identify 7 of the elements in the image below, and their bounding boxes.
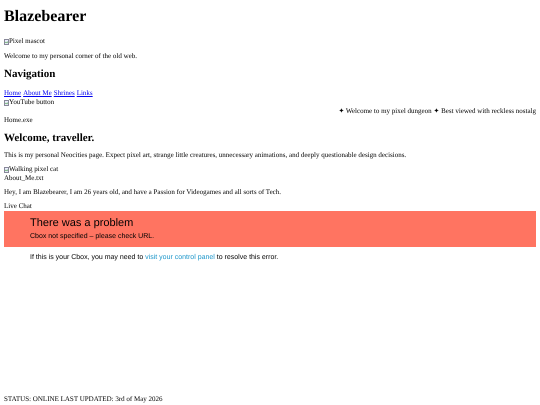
section-heading: Welcome, traveller. bbox=[4, 132, 96, 145]
broken-image-icon bbox=[4, 100, 9, 106]
section-heading: Navigation bbox=[4, 68, 56, 81]
broken-image-icon bbox=[4, 166, 9, 172]
error-title: There was a problem bbox=[30, 216, 134, 230]
broken-image-icon bbox=[4, 38, 9, 44]
site-title: Blazebearer bbox=[4, 8, 88, 26]
